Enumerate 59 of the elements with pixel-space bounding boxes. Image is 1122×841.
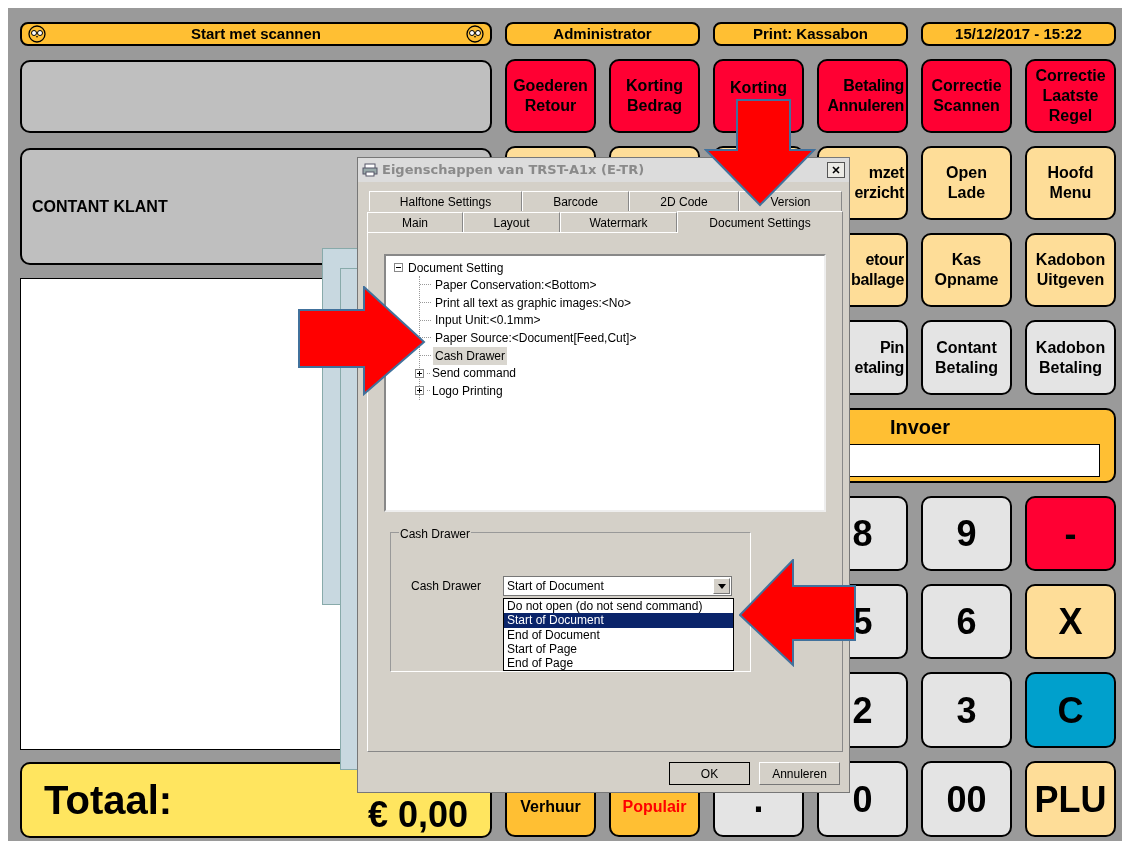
pos-key[interactable]: 3 — [921, 672, 1012, 748]
user-pill: Administrator — [505, 22, 700, 46]
dropdown-option[interactable]: End of Page — [504, 656, 733, 671]
pos-key[interactable]: Goederen Retour — [505, 59, 596, 133]
pos-key[interactable]: 00 — [921, 761, 1012, 837]
owl-icon — [28, 25, 46, 43]
pos-key[interactable]: Correctie Laatste Regel — [1025, 59, 1116, 133]
tree-item[interactable]: Input Unit:<0.1mm> — [433, 311, 543, 330]
datetime-pill: 15/12/2017 - 15:22 — [921, 22, 1116, 46]
pos-key[interactable]: Kadobon Uitgeven — [1025, 233, 1116, 307]
dialog-title: Eigenschappen van TRST-A1x (E-TR) — [382, 161, 646, 180]
tree-item[interactable]: Logo Printing — [430, 381, 505, 400]
pos-key[interactable]: Open Lade — [921, 146, 1012, 220]
pos-key[interactable]: PLU — [1025, 761, 1116, 837]
dropdown-option[interactable]: Start of Document — [504, 613, 733, 628]
tree-item[interactable]: Paper Source:<Document[Feed,Cut]> — [433, 328, 639, 347]
dropdown-option[interactable]: End of Document — [504, 627, 733, 642]
tab[interactable]: Main — [367, 212, 463, 232]
input-label: Invoer — [889, 415, 950, 440]
pos-key[interactable]: Betaling Annuleren — [817, 59, 908, 133]
ok-button[interactable]: OK — [669, 762, 750, 785]
pos-key[interactable]: 9 — [921, 496, 1012, 571]
pos-key[interactable]: Correctie Scannen — [921, 59, 1012, 133]
tab[interactable]: Document Settings — [677, 211, 843, 233]
pos-key[interactable]: Hoofd Menu — [1025, 146, 1116, 220]
dropdown-option[interactable]: Do not open (do not send command) — [504, 599, 733, 614]
dropdown-option[interactable]: Start of Page — [504, 641, 733, 657]
printer-pill: Print: Kassabon — [713, 22, 908, 46]
title-text: Start met scannen — [190, 23, 321, 44]
caret-icon — [717, 583, 726, 589]
pos-key[interactable]: C — [1025, 672, 1116, 748]
tree-item[interactable]: Cash Drawer — [433, 346, 508, 365]
total-label: Totaal: — [44, 777, 173, 824]
field-label: Cash Drawer — [411, 578, 482, 595]
pos-key[interactable]: Contant Betaling — [921, 320, 1012, 395]
close-button[interactable] — [827, 162, 845, 178]
pos-key[interactable]: - — [1025, 496, 1116, 571]
tab[interactable]: 2D Code — [629, 191, 739, 211]
pos-key[interactable]: Korting Bedrag — [609, 59, 700, 133]
pos-key[interactable]: Kas Opname — [921, 233, 1012, 307]
owl-icon — [466, 25, 484, 43]
pos-key[interactable]: 6 — [921, 584, 1012, 659]
customer-name: CONTANT KLANT — [32, 196, 168, 217]
cancel-button[interactable]: Annuleren — [759, 762, 840, 785]
dropdown-field[interactable]: Start of Document — [503, 576, 732, 596]
tree-item[interactable]: Paper Conservation:<Bottom> — [433, 275, 599, 294]
pos-key[interactable]: X — [1025, 584, 1116, 659]
close-icon — [832, 166, 840, 174]
tree-item[interactable]: Print all text as graphic images:<No> — [433, 293, 634, 312]
printer-icon — [362, 163, 378, 177]
pos-key[interactable]: Kadobon Betaling — [1025, 320, 1116, 395]
tab[interactable]: Watermark — [560, 212, 677, 232]
tab[interactable]: Barcode — [522, 191, 629, 211]
tree-item[interactable]: Send command — [430, 364, 519, 383]
tab[interactable]: Layout — [463, 212, 560, 232]
total-amount: € 0,00 — [367, 797, 468, 833]
tab[interactable]: Halftone Settings — [369, 191, 522, 211]
dropdown-value: Start of Document — [507, 578, 605, 595]
tree-item[interactable]: Document Setting — [406, 258, 506, 277]
